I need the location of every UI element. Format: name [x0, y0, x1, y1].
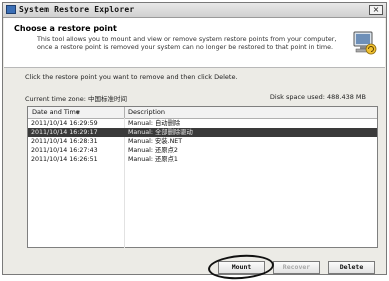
table-row[interactable]: 2011/10/14 16:27:43 Manual: 还原点2	[28, 146, 377, 155]
column-header-description[interactable]: Description	[128, 108, 165, 116]
system-restore-explorer-window: System Restore Explorer × Choose a resto…	[2, 2, 387, 281]
header-panel: Choose a restore point This tool allows …	[4, 18, 385, 68]
cell-date: 2011/10/14 16:26:51	[31, 156, 98, 163]
cell-description: Manual: 还原点1	[128, 156, 178, 163]
cell-description: Manual: 全部删除驱动	[128, 129, 193, 136]
header-title: Choose a restore point	[14, 24, 117, 33]
recover-button[interactable]: Recover	[273, 261, 320, 274]
timezone-readout: Current time zone: 中国标准时间	[25, 93, 127, 103]
cell-description: Manual: 还原点2	[128, 147, 178, 154]
cell-date: 2011/10/14 16:27:43	[31, 147, 98, 154]
window-title: System Restore Explorer	[19, 5, 135, 14]
app-icon	[6, 5, 16, 14]
computer-restore-icon	[353, 31, 377, 55]
cell-date: 2011/10/14 16:29:17	[31, 129, 98, 136]
header-description: This tool allows you to mount and view o…	[37, 35, 337, 51]
sort-descending-icon: ▼	[76, 110, 80, 116]
table-row[interactable]: 2011/10/14 16:29:59 Manual: 自动删除	[28, 119, 377, 128]
cell-date: 2011/10/14 16:28:31	[31, 138, 98, 145]
restore-point-list[interactable]: Date and Time ▼ Description 2011/10/14 1…	[27, 106, 378, 248]
mount-button[interactable]: Mount	[218, 261, 265, 274]
list-rows: 2011/10/14 16:29:59 Manual: 自动删除 2011/10/1…	[28, 119, 377, 164]
instruction-text: Click the restore point you want to remo…	[25, 73, 238, 81]
disk-space-value: 488.438 MB	[326, 93, 366, 101]
cell-description: Manual: 自动删除	[128, 120, 181, 127]
delete-button[interactable]: Delete	[328, 261, 375, 274]
table-row[interactable]: 2011/10/14 16:28:31 Manual: 安装.NET	[28, 137, 377, 146]
close-button[interactable]: ×	[369, 5, 383, 15]
disk-space-label: Disk space used:	[269, 93, 325, 101]
title-bar[interactable]: System Restore Explorer ×	[3, 3, 386, 18]
timezone-label: Current time zone:	[25, 95, 86, 103]
column-divider[interactable]	[124, 107, 125, 118]
timezone-value: 中国标准时间	[88, 95, 128, 103]
list-header: Date and Time ▼ Description	[28, 107, 377, 119]
cell-date: 2011/10/14 16:29:59	[31, 120, 98, 127]
table-row[interactable]: 2011/10/14 16:29:17 Manual: 全部删除驱动	[28, 128, 377, 137]
disk-space-readout: Disk space used: 488.438 MB	[270, 93, 366, 101]
column-header-date[interactable]: Date and Time	[32, 108, 80, 116]
table-row[interactable]: 2011/10/14 16:26:51 Manual: 还原点1	[28, 155, 377, 164]
cell-description: Manual: 安装.NET	[128, 138, 183, 145]
